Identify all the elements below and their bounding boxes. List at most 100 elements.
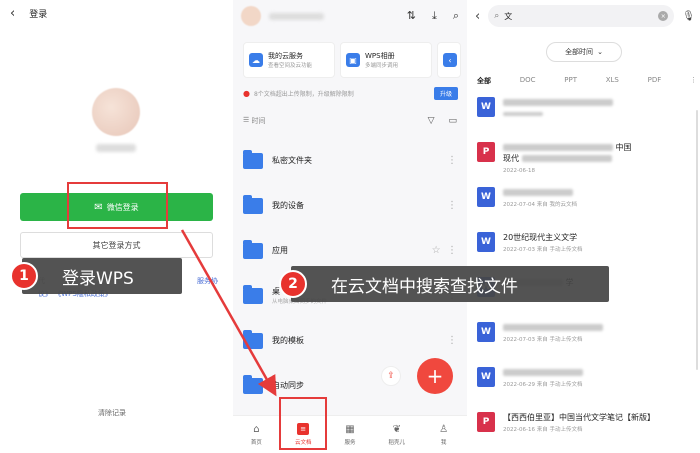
list-item[interactable]: W 2022-07-04 来自 我的云文档 <box>477 182 692 227</box>
cloud-header: ⇅ ⤓ ⌕ <box>233 0 467 32</box>
result-title: 【西西伯里亚】中国当代文学笔记【新版】 <box>503 413 655 422</box>
folder-name: 自动同步 <box>272 381 304 390</box>
more-icon[interactable]: ⋮ <box>447 155 457 166</box>
upload-icon[interactable]: ⇪ <box>381 366 401 386</box>
tab-label: 稻壳儿 <box>388 439 406 446</box>
clear-records-link[interactable]: 清除记录 <box>98 408 126 418</box>
more-icon[interactable]: ⋮ <box>447 200 457 211</box>
tab-doc[interactable]: DOC <box>520 76 536 86</box>
tab-label: 我 <box>440 439 447 446</box>
person-icon: ♙ <box>439 423 449 435</box>
service-agreement-link[interactable]: 服务协 <box>197 275 218 288</box>
sort-bar: ☰ 时间 ▽ ▭ <box>243 116 457 126</box>
result-title-line2: 现代 <box>503 154 519 163</box>
card-wps-album[interactable]: ▣ WPS相册 多端同步调用 <box>340 42 432 78</box>
blurred-username <box>269 12 324 20</box>
folder-name: 我的模板 <box>272 336 304 345</box>
search-input[interactable]: ⌕ 文 × <box>488 5 675 27</box>
blurred-username <box>96 144 136 152</box>
list-item[interactable]: W 2022-07-03 来自 手动上传文档 <box>477 317 692 362</box>
card-share[interactable]: ‹ <box>437 42 461 78</box>
highlight-box-wechat <box>67 182 168 229</box>
list-item[interactable]: 我的模板 ⋮ <box>233 318 467 363</box>
pdf-file-icon: P <box>477 142 495 162</box>
star-icon[interactable]: ☆ ⋮ <box>432 245 457 256</box>
card-title: WPS相册 <box>365 51 395 60</box>
download-icon[interactable]: ⤓ <box>432 9 437 23</box>
tab-pdf[interactable]: PDF <box>648 76 662 86</box>
login-title: 登录 <box>29 10 48 20</box>
tab-docer[interactable]: ❦ 稻壳儿 <box>373 416 420 453</box>
list-item[interactable]: P 【西西伯里亚】中国当代文学笔记【新版】 2022-06-16 来自 手动上传… <box>477 407 692 452</box>
list-item[interactable]: W <box>477 92 692 137</box>
blurred-title <box>503 324 603 331</box>
folder-name: 我的设备 <box>272 201 304 210</box>
pdf-file-icon: P <box>477 412 495 432</box>
search-header: ‹ ⌕ 文 × 🎙 <box>475 4 695 28</box>
avatar <box>92 88 140 136</box>
add-button[interactable]: + <box>417 358 453 394</box>
step1-text: 登录WPS <box>62 268 134 289</box>
card-cloud-service[interactable]: ☁ 我的云服务 查看空间及云功能 <box>243 42 335 78</box>
tab-services[interactable]: ▦ 服务 <box>327 416 374 453</box>
login-header: ‹ 登录 <box>10 6 47 21</box>
folder-icon <box>243 284 263 304</box>
home-icon: ⌂ <box>253 423 260 435</box>
list-item[interactable]: 私密文件夹 ⋮ <box>233 138 467 183</box>
avatar[interactable] <box>241 6 261 26</box>
chevron-down-icon: ⌄ <box>597 48 603 56</box>
tab-label: 首页 <box>250 439 262 446</box>
folder-icon <box>243 149 263 169</box>
result-meta: 2022-06-18 <box>503 168 535 174</box>
tab-me[interactable]: ♙ 我 <box>420 416 467 453</box>
search-icon[interactable]: ⌕ <box>453 9 459 23</box>
result-title: 20世纪现代主义文学 <box>503 233 578 242</box>
word-file-icon: W <box>477 187 495 207</box>
list-icon: ☰ <box>243 116 252 124</box>
tab-home[interactable]: ⌂ 首页 <box>233 416 280 453</box>
back-arrow-icon[interactable]: ‹ <box>475 9 480 24</box>
step2-callout: 在云文档中搜索查找文件 <box>291 266 609 302</box>
time-filter-dropdown[interactable]: 全部时间 ⌄ <box>546 42 622 62</box>
result-meta: 2022-07-03 来自 手动上传文档 <box>503 337 583 343</box>
microphone-icon[interactable]: 🎙 <box>682 11 695 22</box>
sort-icon[interactable]: ⇅ <box>407 9 416 23</box>
blurred-title <box>503 99 613 106</box>
leaf-icon: ❦ <box>392 423 401 435</box>
other-login-button[interactable]: 其它登录方式 <box>20 232 213 258</box>
tab-all[interactable]: 全部 <box>477 76 491 86</box>
folder-icon <box>243 239 263 259</box>
blurred-title <box>503 144 613 151</box>
filter-icon[interactable]: ▽ <box>428 116 435 126</box>
tab-ppt[interactable]: PPT <box>564 76 577 86</box>
warning-icon: ● <box>243 89 250 98</box>
cloud-docs-panel: ⇅ ⤓ ⌕ ☁ 我的云服务 查看空间及云功能 ▣ WPS相册 多端同步调用 ‹ … <box>233 0 467 453</box>
list-item[interactable]: 我的设备 ⋮ <box>233 183 467 228</box>
step2-badge: 2 <box>279 270 307 298</box>
card-subtitle: 查看空间及云功能 <box>268 62 313 69</box>
tab-xls[interactable]: XLS <box>606 76 619 86</box>
album-icon: ▣ <box>346 53 360 67</box>
list-item[interactable]: W 2022-06-29 来自 手动上传文档 <box>477 362 692 407</box>
result-meta: 2022-06-16 来自 手动上传文档 <box>503 427 583 433</box>
search-query: 文 <box>504 11 513 21</box>
step1-badge: 1 <box>10 262 38 290</box>
new-folder-icon[interactable]: ▭ <box>448 116 457 126</box>
search-panel: ‹ ⌕ 文 × 🎙 全部时间 ⌄ 全部 DOC PPT XLS PDF ⋮ W … <box>467 0 700 453</box>
card-title: 我的云服务 <box>268 51 303 60</box>
folder-name: 私密文件夹 <box>272 156 312 165</box>
more-icon[interactable]: ⋮ <box>447 335 457 346</box>
more-icon[interactable]: ⋮ <box>690 76 697 86</box>
word-file-icon: W <box>477 97 495 117</box>
card-subtitle: 多端同步调用 <box>365 62 399 69</box>
blurred-title <box>521 155 612 162</box>
list-item[interactable]: P 中国 现代 2022-06-18 <box>477 137 692 182</box>
folder-name: 应用 <box>272 246 288 255</box>
upgrade-button[interactable]: 升级 <box>433 87 458 100</box>
clear-icon[interactable]: × <box>658 11 669 21</box>
scrollbar[interactable] <box>696 110 698 370</box>
result-meta: 2022-07-03 来自 手动上传文档 <box>503 247 583 253</box>
back-arrow-icon[interactable]: ‹ <box>10 6 15 21</box>
grid-icon: ▦ <box>345 423 355 435</box>
sort-label[interactable]: 时间 <box>252 116 266 126</box>
